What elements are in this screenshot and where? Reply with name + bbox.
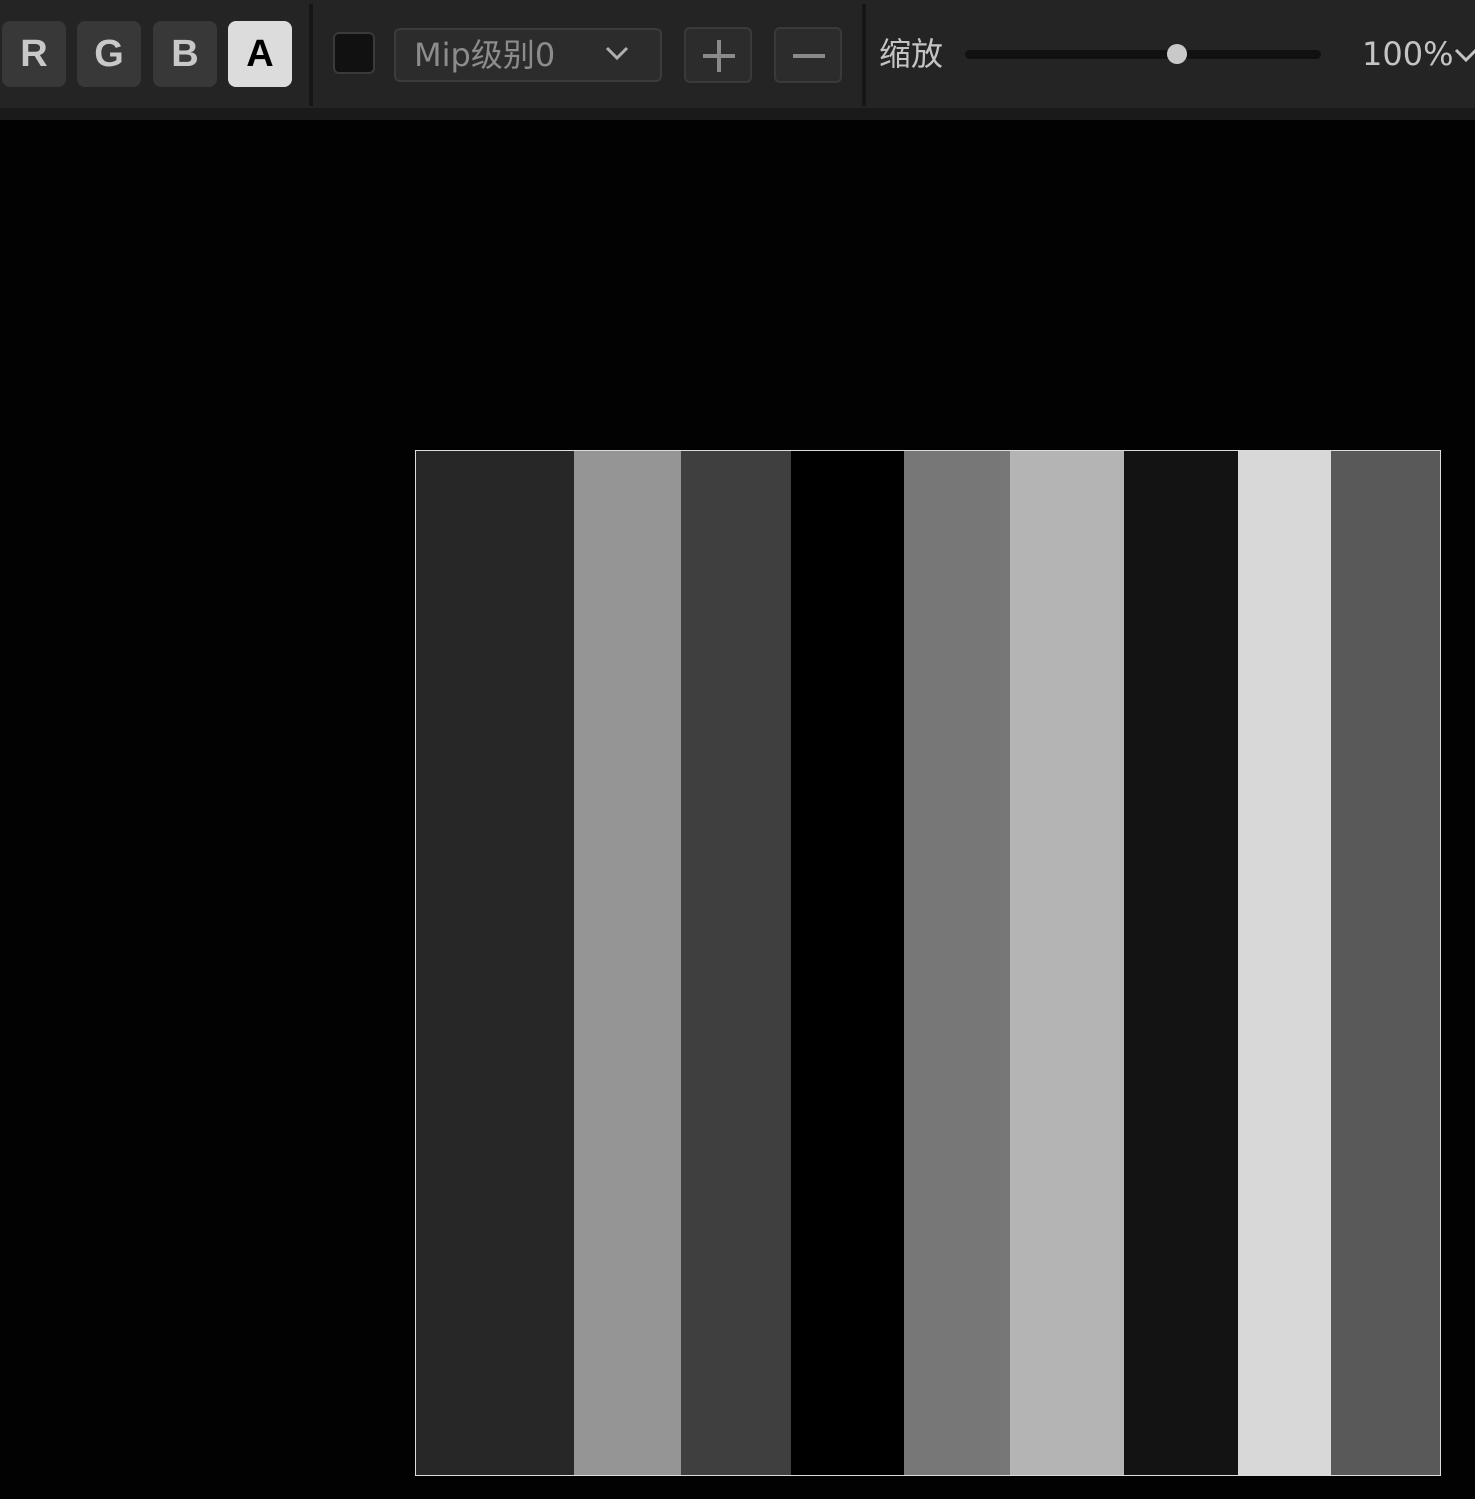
toolbar-divider bbox=[862, 4, 866, 106]
texture-stripe bbox=[1331, 451, 1440, 1475]
toolbar-shadow bbox=[0, 108, 1475, 120]
texture-stripe bbox=[904, 451, 1010, 1475]
channel-b-button[interactable]: B bbox=[153, 21, 217, 87]
channel-g-button[interactable]: G bbox=[77, 21, 141, 87]
texture-stripe bbox=[416, 451, 574, 1475]
plus-icon bbox=[703, 40, 735, 72]
zoom-slider-handle[interactable] bbox=[1166, 44, 1187, 64]
texture-stripe bbox=[681, 451, 791, 1475]
chevron-down-icon bbox=[605, 46, 629, 61]
viewer-toolbar: R G B A Mip级别0 缩放 100% bbox=[0, 0, 1475, 108]
texture-preview bbox=[415, 450, 1441, 1476]
zoom-label: 缩放 bbox=[879, 35, 944, 73]
texture-stripe bbox=[1124, 451, 1238, 1475]
minus-icon bbox=[793, 54, 825, 58]
chevron-down-icon[interactable] bbox=[1453, 42, 1475, 68]
background-color-swatch[interactable] bbox=[333, 32, 375, 74]
texture-stripe bbox=[574, 451, 681, 1475]
toolbar-divider bbox=[309, 4, 313, 106]
zoom-value[interactable]: 100% bbox=[1362, 30, 1453, 78]
mip-level-select[interactable]: Mip级别0 bbox=[394, 28, 662, 82]
texture-stripe bbox=[791, 451, 904, 1475]
add-button[interactable] bbox=[684, 27, 752, 83]
channel-a-button[interactable]: A bbox=[228, 21, 292, 87]
mip-level-value: Mip级别0 bbox=[414, 36, 556, 74]
remove-button[interactable] bbox=[774, 27, 842, 83]
texture-stripe bbox=[1238, 451, 1331, 1475]
channel-r-button[interactable]: R bbox=[2, 21, 66, 87]
texture-stripe bbox=[1010, 451, 1124, 1475]
zoom-slider-track[interactable] bbox=[965, 50, 1321, 59]
